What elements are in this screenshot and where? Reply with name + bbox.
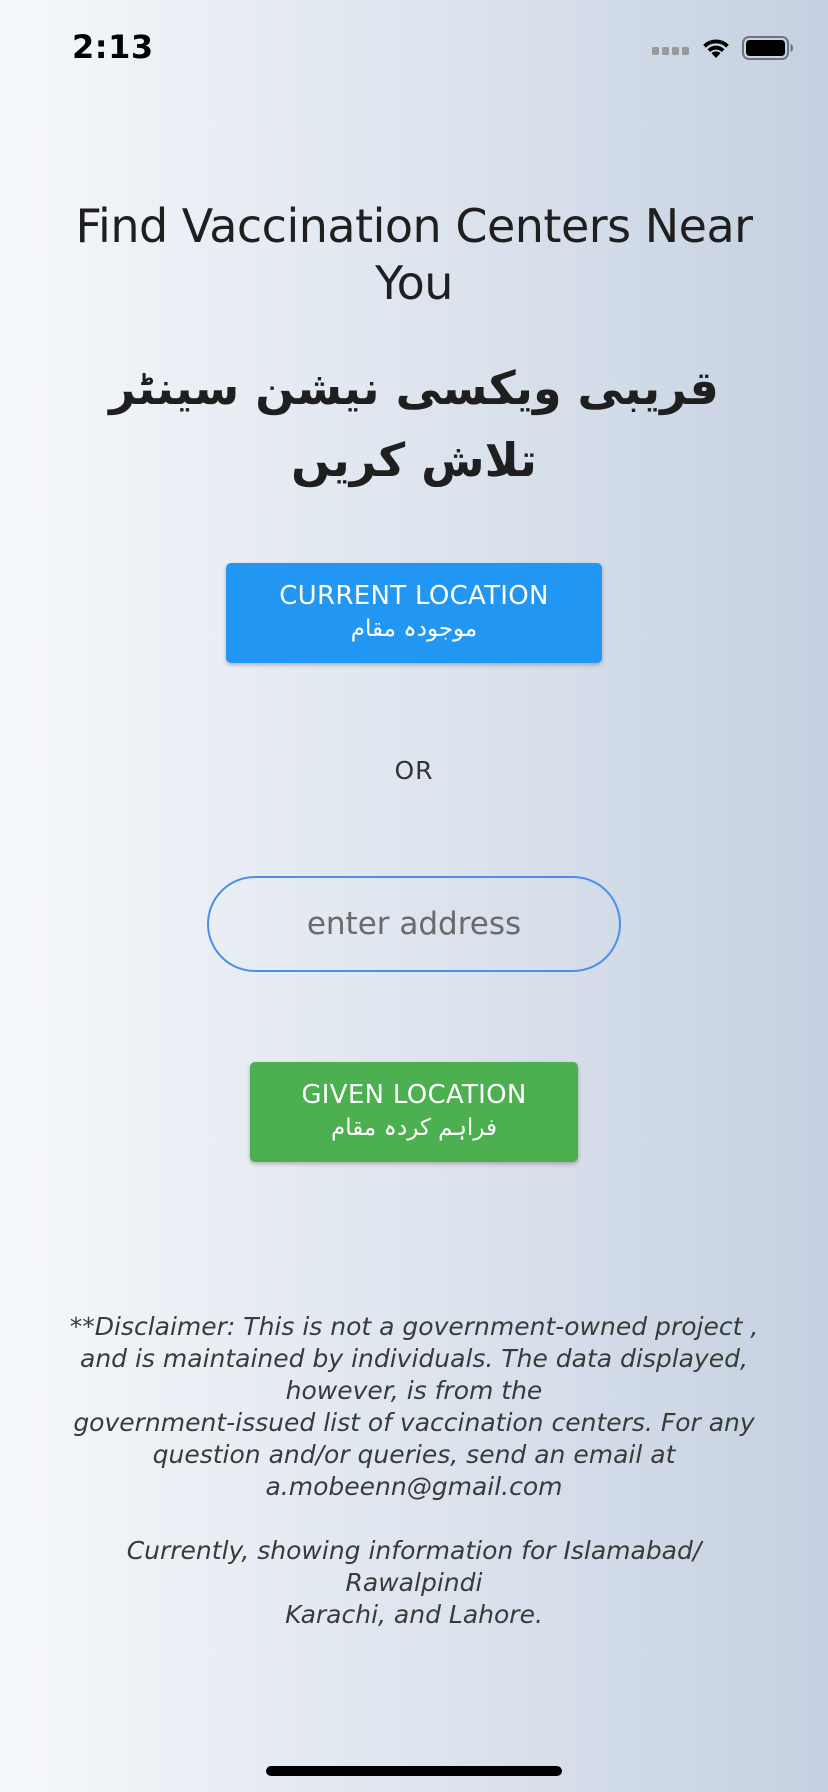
disclaimer-text: **Disclaimer: This is not a government-o…	[69, 1312, 759, 1405]
coverage-cities: Karachi, and Lahore.	[285, 1600, 543, 1629]
current-location-label-urdu: موجودہ مقام	[350, 616, 478, 642]
battery-icon	[742, 36, 794, 65]
disclaimer: **Disclaimer: This is not a government-o…	[60, 1311, 768, 1631]
given-location-label: GIVEN LOCATION	[301, 1080, 527, 1110]
given-location-button[interactable]: GIVEN LOCATION فراہم کردہ مقام	[250, 1062, 578, 1162]
address-input[interactable]	[207, 876, 621, 972]
given-location-label-urdu: فراہم کردہ مقام	[330, 1115, 498, 1141]
current-location-label: CURRENT LOCATION	[279, 581, 549, 611]
wifi-icon	[700, 36, 732, 65]
cellular-signal-icon	[652, 42, 690, 60]
or-separator: OR	[394, 756, 434, 785]
status-bar: 2:13	[0, 0, 828, 100]
coverage-text: Currently, showing information for Islam…	[126, 1536, 702, 1597]
page-title: Find Vaccination Centers Near You	[75, 199, 753, 310]
status-icons	[652, 36, 794, 65]
current-location-button[interactable]: CURRENT LOCATION موجودہ مقام	[226, 563, 602, 663]
page-title-urdu: قریبی ویکسی نیشن سینٹر تلاش کریں	[109, 361, 719, 487]
disclaimer-contact: government-issued list of vaccination ce…	[73, 1408, 755, 1501]
disclaimer-spacer	[60, 1503, 768, 1535]
status-time: 2:13	[72, 28, 154, 66]
home-indicator[interactable]	[266, 1766, 562, 1776]
